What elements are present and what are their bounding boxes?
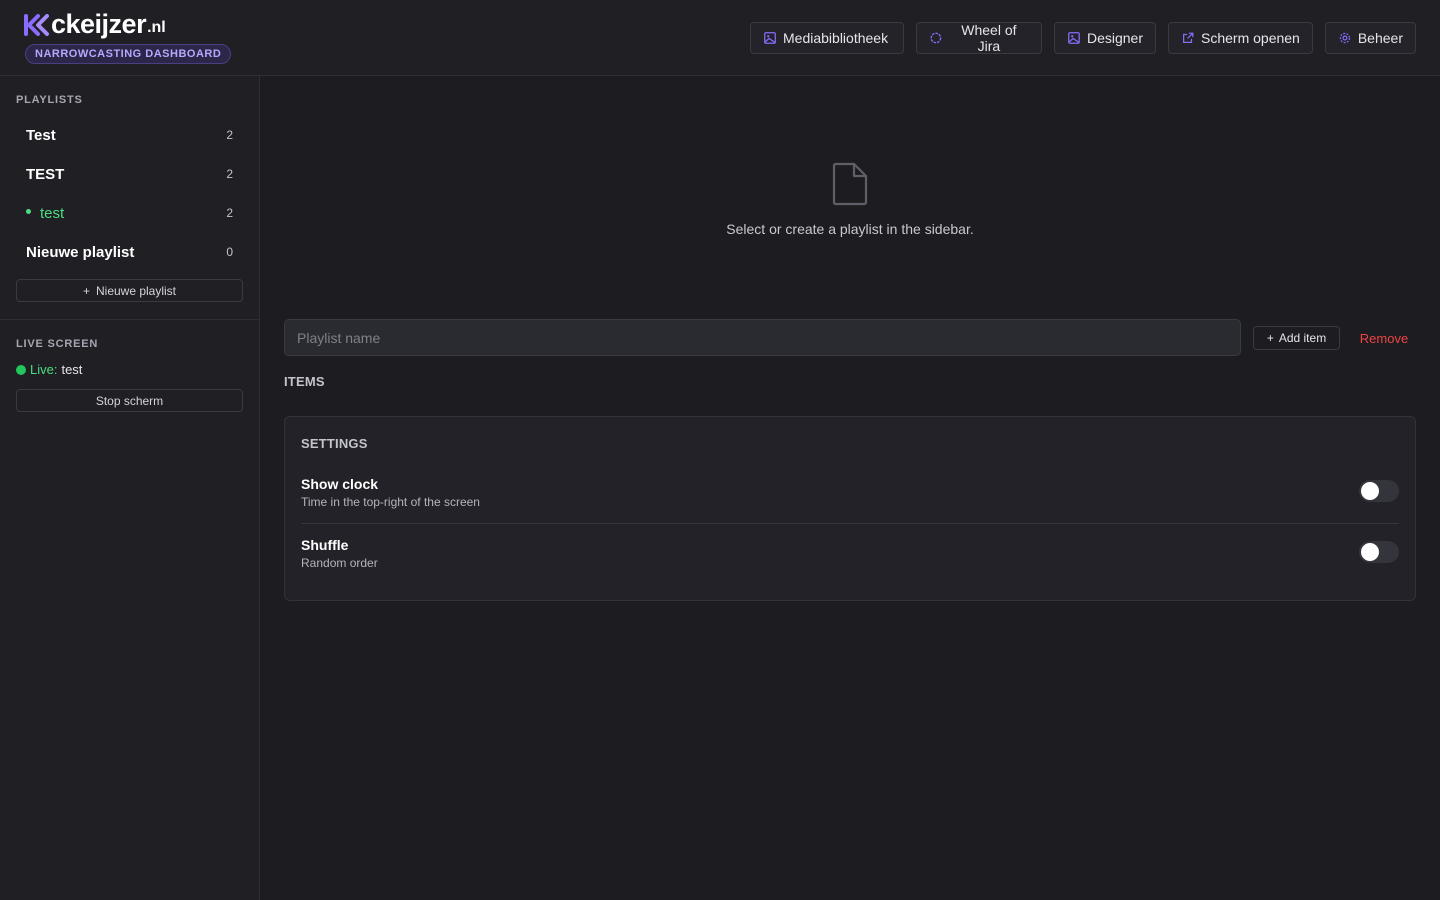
app-header: ckeijzer .nl NARROWCASTING DASHBOARD Med… [0, 0, 1440, 76]
playlist-name: Nieuwe playlist [26, 243, 135, 261]
settings-card: SETTINGS Show clock Time in the top-righ… [284, 416, 1416, 601]
image-icon [1068, 32, 1080, 44]
toggle-knob [1361, 482, 1379, 500]
add-item-label: Add item [1278, 331, 1327, 345]
items-section-title: ITEMS [284, 374, 325, 389]
playlist-count: 2 [226, 167, 233, 181]
nav-mediabibliotheek-button[interactable]: Mediabibliotheek [750, 22, 904, 54]
settings-divider [301, 523, 1399, 524]
playlists-section-title: PLAYLISTS [16, 94, 83, 106]
playlist-item[interactable]: Test 2 [16, 118, 243, 152]
playlist-item[interactable]: TEST 2 [16, 157, 243, 191]
stop-screen-label: Stop scherm [95, 393, 164, 408]
playlist-count: 2 [226, 128, 233, 142]
plus-icon: + [82, 283, 90, 298]
remove-button[interactable]: Remove [1352, 326, 1416, 350]
live-value: test [61, 362, 83, 377]
logo-mark-icon [24, 14, 49, 36]
active-dot-icon [26, 209, 31, 215]
gear-icon [1339, 32, 1351, 44]
nav-beheer-button[interactable]: Beheer [1325, 22, 1416, 54]
playlist-name: test [26, 205, 64, 222]
live-indicator-icon [16, 364, 26, 375]
playlist-item[interactable]: Nieuwe playlist 0 [16, 235, 243, 269]
brand-name: ckeijzer [51, 9, 147, 39]
new-playlist-label: Nieuwe playlist [95, 283, 177, 298]
plus-icon: + [1266, 331, 1274, 345]
external-link-icon [1183, 32, 1194, 43]
live-label: Live: [30, 362, 58, 377]
sidebar-divider [0, 319, 260, 320]
brand-badge: NARROWCASTING DASHBOARD [25, 44, 232, 64]
sidebar: PLAYLISTS Test 2 TEST 2 test 2 Nieuwe pl… [0, 76, 260, 900]
setting-show-clock: Show clock Time in the top-right of the … [301, 476, 1399, 526]
empty-state-message: Select or create a playlist in the sideb… [726, 221, 974, 237]
add-item-button[interactable]: + Add item [1253, 326, 1340, 350]
nav-label: Scherm openen [1201, 30, 1300, 46]
setting-label: Show clock [301, 476, 379, 492]
file-icon [832, 162, 868, 206]
stop-screen-button[interactable]: Stop scherm [16, 389, 243, 412]
toggle-knob [1361, 543, 1379, 561]
playlist-count: 2 [226, 206, 233, 220]
playlist-name: Test [26, 126, 56, 144]
nav-label: Mediabibliotheek [783, 30, 889, 46]
nav-scherm-openen-button[interactable]: Scherm openen [1168, 22, 1313, 54]
nav-wheel-of-jira-button[interactable]: Wheel of Jira [916, 22, 1042, 54]
circle-icon [930, 32, 942, 44]
settings-title: SETTINGS [301, 436, 368, 451]
setting-description: Time in the top-right of the screen [301, 495, 480, 509]
nav-label: Designer [1086, 30, 1143, 46]
brand-logo[interactable]: ckeijzer .nl NARROWCASTING DASHBOARD [24, 9, 232, 64]
nav-label: Wheel of Jira [961, 22, 1017, 54]
setting-label: Shuffle [301, 537, 349, 553]
show-clock-toggle[interactable] [1359, 480, 1399, 502]
nav-label: Beheer [1357, 30, 1403, 46]
image-icon [764, 32, 776, 44]
live-screen-section-title: LIVE SCREEN [16, 338, 99, 350]
setting-shuffle: Shuffle Random order [301, 537, 1399, 587]
playlist-count: 0 [226, 245, 233, 259]
nav-designer-button[interactable]: Designer [1054, 22, 1156, 54]
playlist-item-active[interactable]: test 2 [16, 196, 243, 230]
setting-description: Random order [301, 556, 378, 570]
live-status: Live: test [16, 362, 82, 377]
new-playlist-button[interactable]: + Nieuwe playlist [16, 279, 243, 302]
playlist-name-input[interactable] [284, 319, 1241, 356]
brand-tld: .nl [147, 19, 166, 36]
playlist-name: TEST [26, 165, 65, 183]
shuffle-toggle[interactable] [1359, 541, 1399, 563]
